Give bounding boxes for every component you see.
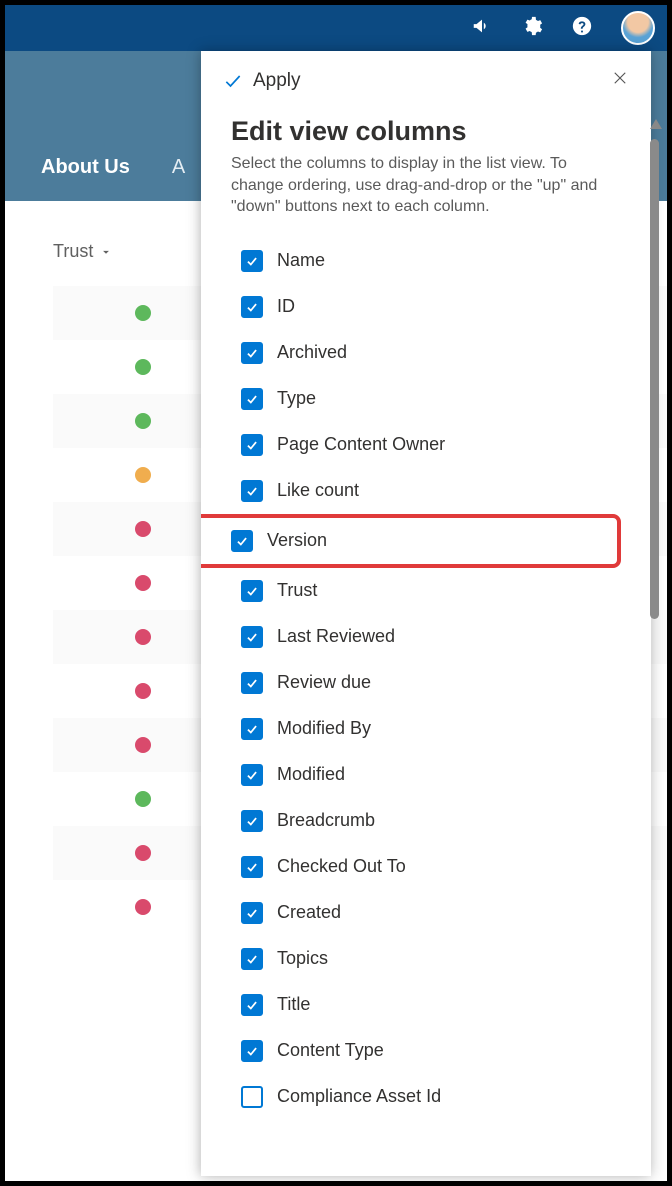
column-item[interactable]: Modified	[231, 752, 621, 798]
apply-button[interactable]: Apply	[223, 70, 301, 92]
column-label: Checked Out To	[277, 856, 406, 877]
column-checkbox[interactable]	[241, 994, 263, 1016]
column-label: ID	[277, 296, 295, 317]
column-item[interactable]: Title	[231, 982, 621, 1028]
column-label: Content Type	[277, 1040, 384, 1061]
column-checkbox[interactable]	[241, 948, 263, 970]
column-checkbox[interactable]	[241, 388, 263, 410]
column-checkbox[interactable]	[241, 342, 263, 364]
status-dot	[135, 305, 151, 321]
column-label: Compliance Asset Id	[277, 1086, 441, 1107]
column-item[interactable]: Modified By	[231, 706, 621, 752]
gear-icon[interactable]	[521, 15, 543, 42]
column-item[interactable]: Type	[231, 376, 621, 422]
column-item[interactable]: Version	[201, 514, 621, 568]
column-checkbox[interactable]	[241, 856, 263, 878]
column-checkbox[interactable]	[241, 296, 263, 318]
column-item[interactable]: Name	[231, 238, 621, 284]
column-label: Last Reviewed	[277, 626, 395, 647]
column-checkbox[interactable]	[241, 810, 263, 832]
column-checkbox[interactable]	[241, 626, 263, 648]
column-checkbox[interactable]	[241, 764, 263, 786]
nav-item-partial[interactable]: A	[172, 156, 185, 179]
close-icon	[611, 69, 629, 87]
checkmark-icon	[223, 71, 243, 91]
column-checkbox[interactable]	[241, 1040, 263, 1062]
column-label: Modified	[277, 764, 345, 785]
help-icon[interactable]	[571, 15, 593, 42]
status-dot	[135, 845, 151, 861]
close-button[interactable]	[611, 69, 629, 92]
edit-columns-panel: Apply Edit view columns Select the colum…	[201, 51, 651, 1176]
column-label: Topics	[277, 948, 328, 969]
avatar[interactable]	[621, 11, 655, 45]
column-item[interactable]: ID	[231, 284, 621, 330]
status-dot	[135, 521, 151, 537]
column-label: Modified By	[277, 718, 371, 739]
apply-label: Apply	[253, 70, 301, 92]
scrollbar[interactable]	[646, 51, 664, 1176]
column-item[interactable]: Page Content Owner	[231, 422, 621, 468]
panel-title: Edit view columns	[231, 116, 621, 147]
column-label: Breadcrumb	[277, 810, 375, 831]
megaphone-icon[interactable]	[471, 15, 493, 42]
column-label: Review due	[277, 672, 371, 693]
column-checkbox[interactable]	[241, 718, 263, 740]
column-label: Title	[277, 994, 310, 1015]
column-item[interactable]: Content Type	[231, 1028, 621, 1074]
column-checkbox[interactable]	[241, 580, 263, 602]
status-dot	[135, 683, 151, 699]
column-checkbox[interactable]	[241, 672, 263, 694]
panel-header: Apply	[201, 51, 651, 102]
column-item[interactable]: Topics	[231, 936, 621, 982]
column-list: Name ID Archived Type Page Content Owner Like…	[231, 238, 621, 1120]
column-item[interactable]: Compliance Asset Id	[231, 1074, 621, 1120]
status-dot	[135, 791, 151, 807]
column-label: Type	[277, 388, 316, 409]
column-label: Page Content Owner	[277, 434, 445, 455]
status-dot	[135, 413, 151, 429]
status-dot	[135, 575, 151, 591]
scroll-thumb[interactable]	[650, 139, 659, 619]
column-item[interactable]: Last Reviewed	[231, 614, 621, 660]
column-label: Archived	[277, 342, 347, 363]
column-label: Like count	[277, 480, 359, 501]
column-item[interactable]: Like count	[231, 468, 621, 514]
column-checkbox[interactable]	[231, 530, 253, 552]
column-label: Name	[277, 250, 325, 271]
column-label: Trust	[277, 580, 317, 601]
status-dot	[135, 629, 151, 645]
column-checkbox[interactable]	[241, 250, 263, 272]
nav-item-about-us[interactable]: About Us	[41, 156, 130, 179]
column-header-label: Trust	[53, 241, 93, 262]
panel-body: Edit view columns Select the columns to …	[201, 102, 651, 1176]
scroll-up-arrow-icon	[650, 119, 662, 129]
column-item[interactable]: Created	[231, 890, 621, 936]
column-checkbox[interactable]	[241, 480, 263, 502]
panel-description: Select the columns to display in the lis…	[231, 153, 621, 218]
column-label: Version	[267, 530, 327, 551]
column-item[interactable]: Archived	[231, 330, 621, 376]
column-checkbox[interactable]	[241, 902, 263, 924]
column-item[interactable]: Breadcrumb	[231, 798, 621, 844]
column-checkbox[interactable]	[241, 434, 263, 456]
column-checkbox[interactable]	[241, 1086, 263, 1108]
status-dot	[135, 737, 151, 753]
chevron-down-icon	[99, 245, 113, 259]
top-bar	[5, 5, 667, 51]
status-dot	[135, 467, 151, 483]
column-item[interactable]: Checked Out To	[231, 844, 621, 890]
status-dot	[135, 899, 151, 915]
column-item[interactable]: Review due	[231, 660, 621, 706]
column-label: Created	[277, 902, 341, 923]
column-item[interactable]: Trust	[231, 568, 621, 614]
status-dot	[135, 359, 151, 375]
